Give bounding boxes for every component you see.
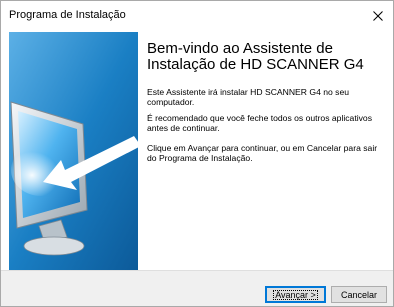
window-title: Programa de Instalação (9, 9, 126, 21)
wizard-content: Bem-vindo ao Assistente de Instalação de… (1, 30, 393, 270)
instructions-paragraph: Clique em Avançar para continuar, ou em … (147, 143, 378, 163)
next-button[interactable]: Avançar > (265, 286, 326, 303)
banner-image (9, 32, 138, 270)
title-bar: Programa de Instalação (1, 1, 393, 30)
monitor-arrow-illustration (9, 32, 138, 270)
welcome-heading: Bem-vindo ao Assistente de Instalação de… (147, 40, 364, 73)
close-icon (373, 10, 383, 21)
cancel-button[interactable]: Cancelar (331, 286, 387, 303)
intro-paragraph: Este Assistente irá instalar HD SCANNER … (147, 87, 350, 107)
button-bar: Avançar > Cancelar (1, 270, 393, 306)
close-button[interactable] (363, 1, 393, 30)
setup-wizard-window: Programa de Instalação Bem-vindo ao Assi… (0, 0, 394, 307)
recommendation-paragraph: É recomendado que você feche todos os ou… (147, 113, 373, 133)
cancel-button-label: Cancelar (340, 289, 378, 300)
next-button-label: Avançar > (273, 289, 318, 300)
